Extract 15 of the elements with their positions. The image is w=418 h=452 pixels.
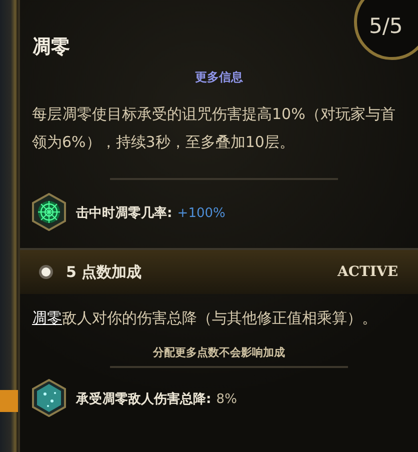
stat-value: 8% (216, 392, 237, 406)
rank-counter: 5/5 (354, 0, 418, 60)
side-tab[interactable] (0, 390, 18, 412)
bonus-title: 5 点数加成 (66, 262, 142, 283)
stat-label: 击中时凋零几率: (76, 206, 172, 221)
stat-value: +100% (177, 206, 226, 221)
description-text: 每层凋零使目标承受的诅咒伤害提高10%（对玩家与首领为6%），持续3秒，至多叠加10层。 (31, 104, 396, 153)
tooltip-title: 凋零 (32, 36, 70, 58)
bonus-description: 凋零敌人对你的伤害总降（与其他修正值相乘算）。 (31, 308, 378, 329)
more-info-link[interactable]: 更多信息 (195, 70, 243, 84)
bonus-note: 分配更多点数不会影响加成 (153, 346, 285, 359)
status-label: ACTIVE (337, 262, 398, 282)
keyword-link[interactable]: 凋零 (32, 309, 62, 327)
glowing-dot-icon (38, 264, 54, 280)
stat-label: 承受凋零敌人伤害总降: (76, 392, 212, 406)
